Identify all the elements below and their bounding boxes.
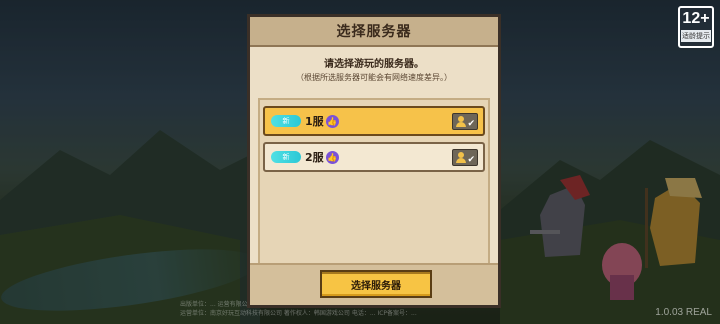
server-select-dialog: 选择服务器 请选择游玩的服务器。 （根据所选服务器可能会有网络速度差异。） 新 … bbox=[247, 14, 501, 308]
dialog-subtitle: 请选择游玩的服务器。 bbox=[324, 59, 424, 70]
dialog-footer: 选择服务器 bbox=[250, 263, 498, 305]
server-name: 1服 bbox=[305, 115, 324, 128]
dialog-header: 选择服务器 bbox=[250, 17, 498, 47]
thumbs-up-icon: 👍 bbox=[325, 114, 339, 128]
character-check-icon: ✔ bbox=[452, 112, 478, 130]
new-badge: 新 bbox=[271, 151, 301, 163]
version-label: 1.0.03 REAL bbox=[655, 307, 712, 318]
dialog-body: 请选择游玩的服务器。 （根据所选服务器可能会有网络速度差异。） 新 1服 👍 ✔… bbox=[250, 47, 498, 305]
thumbs-up-icon: 👍 bbox=[325, 150, 339, 164]
age-rating-tip: 适龄提示 bbox=[681, 30, 711, 42]
server-row-1[interactable]: 新 1服 👍 ✔ bbox=[263, 106, 485, 136]
dialog-title: 选择服务器 bbox=[336, 24, 412, 40]
copyright-line-2: 运营单位：南京好玩互动科技有限公司 著作权人：韩国游戏公司 电话：... ICP… bbox=[180, 310, 417, 317]
server-list[interactable]: 新 1服 👍 ✔ 新 2服 👍 ✔ bbox=[258, 98, 490, 276]
age-rating-label: 12+ bbox=[682, 10, 710, 27]
server-name: 2服 bbox=[305, 151, 324, 164]
age-rating-badge[interactable]: 12+ 适龄提示 bbox=[678, 6, 714, 48]
select-server-button[interactable]: 选择服务器 bbox=[320, 270, 432, 298]
server-row-2[interactable]: 新 2服 👍 ✔ bbox=[263, 142, 485, 172]
character-check-icon: ✔ bbox=[452, 148, 478, 166]
new-badge: 新 bbox=[271, 115, 301, 127]
dialog-note: （根据所选服务器可能会有网络速度差异。） bbox=[296, 73, 452, 82]
